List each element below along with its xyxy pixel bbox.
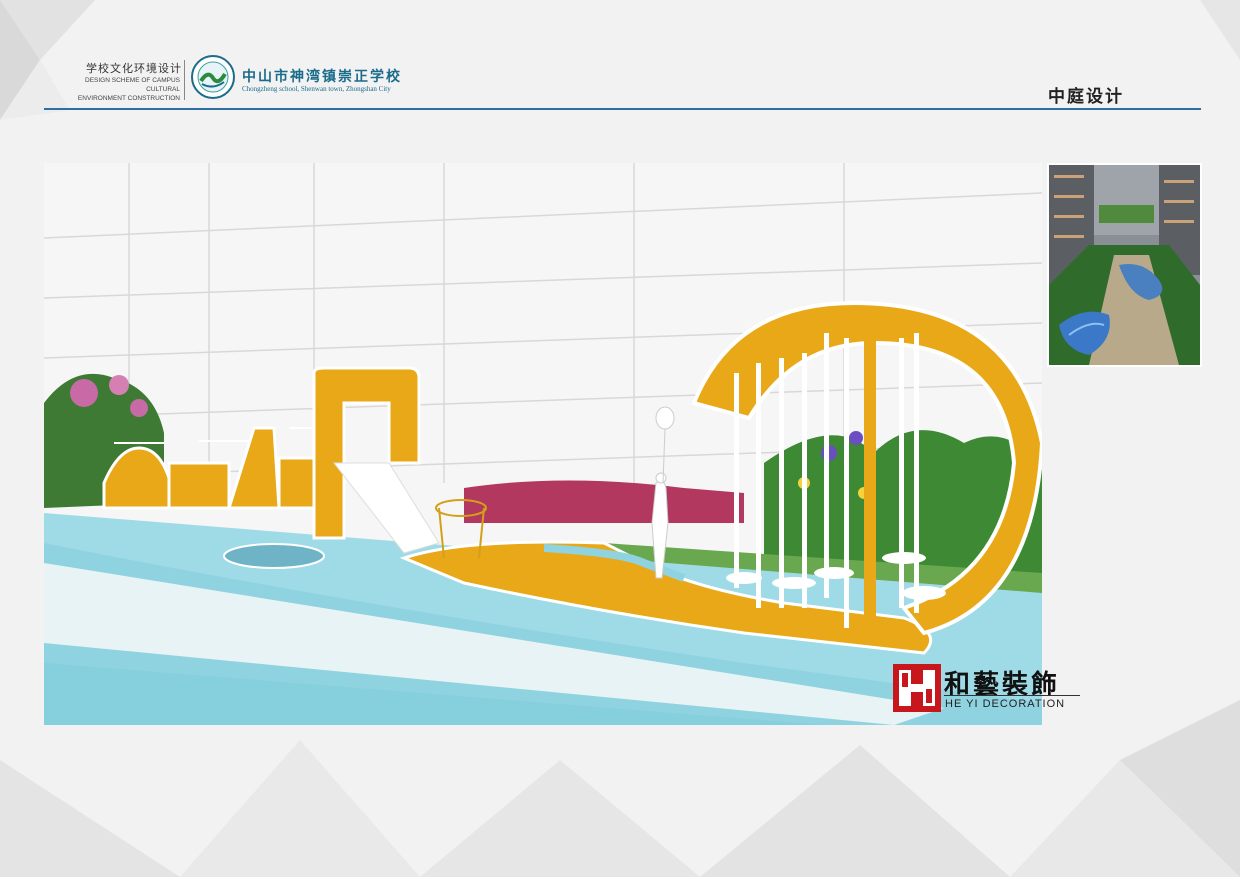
page-title: 中庭设计 <box>1048 87 1124 107</box>
brand-subtitle: DESIGN SCHEME OF CAMPUS CULTURAL ENVIRON… <box>60 76 180 103</box>
header-rule <box>44 108 1201 110</box>
brand-subtitle-line1: DESIGN SCHEME OF CAMPUS CULTURAL <box>85 77 180 93</box>
heyi-logo-icon <box>893 664 941 712</box>
school-logo-icon <box>191 55 235 99</box>
watermark-rule <box>944 695 1080 696</box>
site-photo <box>1047 163 1202 367</box>
page-header: 学校文化环境设计 DESIGN SCHEME OF CAMPUS CULTURA… <box>0 0 1240 112</box>
school-name-english: Chongzheng school, Shenwan town, Zhongsh… <box>242 85 391 93</box>
courtyard-rendering <box>44 163 1042 725</box>
courtyard-photo <box>1049 165 1200 365</box>
school-name: 中山市神湾镇崇正学校 <box>242 69 402 85</box>
watermark-english: HE YI DECORATION <box>945 698 1066 710</box>
header-divider <box>184 60 185 100</box>
brand-subtitle-line2: ENVIRONMENT CONSTRUCTION <box>77 95 180 102</box>
brand-title: 学校文化环境设计 <box>86 62 182 75</box>
